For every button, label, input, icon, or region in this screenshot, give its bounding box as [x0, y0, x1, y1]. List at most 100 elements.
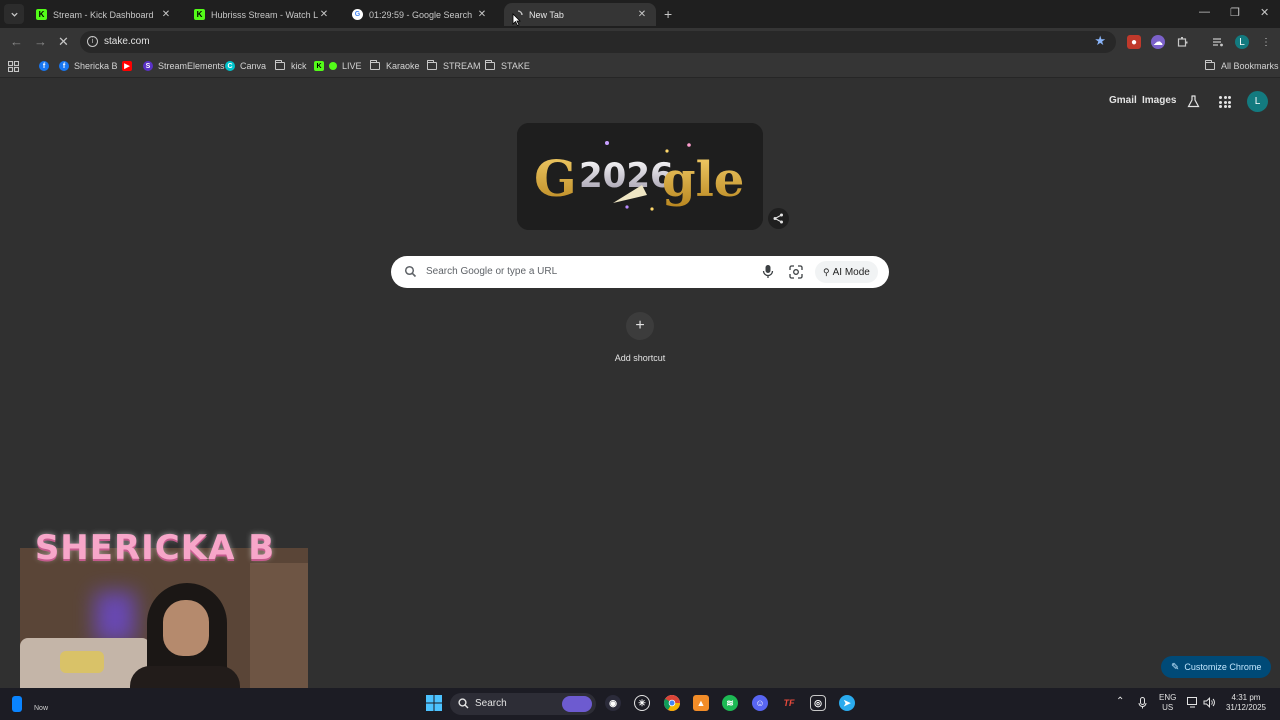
search-icon	[404, 265, 417, 278]
google-doodle[interactable]: G 2026 gle	[517, 123, 763, 230]
extensions-puzzle-icon[interactable]	[1176, 35, 1190, 49]
media-control-icon[interactable]	[1211, 35, 1225, 49]
discord-icon[interactable]: ☺	[752, 695, 768, 711]
close-icon[interactable]: ✕	[636, 9, 648, 20]
bookmark-streamelements[interactable]: S StreamElements	[143, 61, 225, 71]
webcam-door	[250, 563, 308, 708]
tray-chevron-up-icon[interactable]: ⌃	[1116, 697, 1124, 707]
extension-fox-icon[interactable]: ●	[1127, 35, 1141, 49]
apps-shortcut-icon[interactable]	[8, 61, 19, 72]
webcam-overlay	[20, 548, 308, 708]
app-icon-square[interactable]: ◎	[810, 695, 826, 711]
folder-icon	[1205, 60, 1215, 70]
tab-strip: K Stream - Kick Dashboard ✕ K Hubrisss S…	[0, 0, 1280, 28]
clock-date: 31/12/2025	[1225, 703, 1267, 712]
streamer-name-overlay: SHERICKA B	[34, 528, 276, 568]
language-bottom: US	[1162, 703, 1174, 712]
close-icon[interactable]: ✕	[160, 9, 172, 20]
microphone-tray-icon[interactable]	[1138, 697, 1147, 712]
kick-icon: K	[194, 9, 205, 20]
share-icon	[773, 213, 783, 224]
language-top: ENG	[1159, 693, 1177, 702]
forward-icon[interactable]: →	[34, 34, 47, 49]
restore-icon[interactable]: ❐	[1230, 6, 1240, 19]
svg-text:G: G	[534, 149, 577, 208]
google-lens-icon[interactable]	[789, 265, 803, 279]
clock[interactable]: 4:31 pm 31/12/2025	[1224, 693, 1268, 713]
telegram-icon[interactable]: ➤	[839, 695, 855, 711]
bookmark-kick-live[interactable]: K LIVE	[314, 61, 362, 71]
window-close-icon[interactable]: ✕	[1260, 6, 1269, 19]
windows-start-icon[interactable]	[426, 695, 442, 711]
bookmark-folder-stream[interactable]: STREAM	[427, 60, 481, 71]
chatgpt-icon[interactable]: ✳	[634, 695, 650, 711]
images-link[interactable]: Images	[1142, 95, 1176, 106]
bookmark-star-icon[interactable]: ★	[1094, 33, 1106, 49]
taskbar-search-label: Search	[475, 698, 507, 709]
account-avatar[interactable]: L	[1247, 91, 1268, 112]
site-info-icon[interactable]: i	[87, 36, 98, 47]
pencil-icon: ✎	[1171, 661, 1180, 673]
bookmark-label: STAKE	[501, 61, 530, 71]
volume-icon[interactable]	[1203, 697, 1216, 711]
extension-cloud-icon[interactable]: ☁	[1151, 35, 1165, 49]
tab-search-button[interactable]	[4, 4, 24, 24]
svg-text:gle: gle	[662, 152, 744, 208]
bookmark-youtube[interactable]: ▶	[122, 61, 137, 71]
ai-mode-button[interactable]: ⚲ AI Mode	[815, 261, 878, 283]
chrome-icon[interactable]	[664, 695, 680, 711]
tab-title: New Tab	[529, 9, 564, 20]
bookmark-folder-stake[interactable]: STAKE	[485, 60, 530, 71]
bookmark-facebook[interactable]: f	[39, 61, 54, 71]
mouse-cursor-icon	[512, 13, 521, 26]
minimize-icon[interactable]: —	[1199, 6, 1210, 18]
bookmark-label: Karaoke	[386, 61, 420, 71]
webcam-pillow	[60, 651, 104, 673]
customize-chrome-button[interactable]: ✎ Customize Chrome	[1161, 656, 1272, 678]
spotify-icon[interactable]: ≋	[722, 695, 738, 711]
search-input[interactable]: Search Google or type a URL	[426, 266, 557, 277]
all-bookmarks-label: All Bookmarks	[1221, 61, 1279, 71]
back-icon[interactable]: ←	[10, 34, 23, 49]
widgets-icon[interactable]	[12, 696, 22, 712]
profile-avatar[interactable]: L	[1235, 35, 1249, 49]
ai-mode-label: AI Mode	[832, 266, 870, 278]
network-icon[interactable]	[1187, 697, 1199, 711]
close-icon[interactable]: ✕	[318, 9, 330, 20]
more-menu-icon[interactable]: ⋮	[1259, 35, 1273, 49]
bookmark-folder-karaoke[interactable]: Karaoke	[370, 60, 420, 71]
app-icon-tf[interactable]: TF	[781, 695, 797, 711]
bookmark-folder-kick[interactable]: kick	[275, 60, 307, 71]
tab-title: 01:29:59 - Google Search	[369, 9, 473, 20]
google-apps-icon[interactable]	[1219, 96, 1231, 108]
search-box[interactable]: Search Google or type a URL ⚲ AI Mode	[391, 256, 889, 288]
folder-icon	[485, 60, 495, 70]
taskbar-search[interactable]: Search	[450, 693, 596, 715]
add-shortcut-label[interactable]: Add shortcut	[600, 353, 680, 363]
tab-kick-dashboard[interactable]: K Stream - Kick Dashboard ✕	[28, 3, 180, 26]
labs-flask-icon[interactable]	[1187, 95, 1200, 113]
tab-hubrisss-stream[interactable]: K Hubrisss Stream - Watch Live o ✕	[186, 3, 338, 26]
share-doodle-button[interactable]	[768, 208, 789, 229]
bookmark-label: Canva	[240, 61, 267, 71]
language-indicator[interactable]: ENG US	[1159, 693, 1176, 713]
folder-icon	[370, 60, 380, 70]
gmail-link[interactable]: Gmail	[1109, 95, 1137, 106]
new-tab-button[interactable]: +	[664, 6, 672, 22]
add-shortcut-button[interactable]: +	[626, 312, 654, 340]
tab-google-search[interactable]: G 01:29:59 - Google Search ✕	[344, 3, 496, 26]
youtube-icon: ▶	[122, 61, 132, 71]
ai-sparkle-search-icon: ⚲	[823, 266, 830, 277]
chevron-down-icon	[10, 12, 18, 17]
address-bar[interactable]: i stake.com ★	[80, 31, 1116, 53]
app-icon-orange[interactable]: ▲	[693, 695, 709, 711]
stop-loading-icon[interactable]: ✕	[58, 34, 69, 50]
all-bookmarks-button[interactable]: All Bookmarks	[1205, 60, 1279, 71]
bookmark-canva[interactable]: C Canva	[225, 61, 266, 71]
app-icon-1[interactable]: ◉	[605, 695, 621, 711]
close-icon[interactable]: ✕	[476, 9, 488, 20]
microphone-icon[interactable]	[762, 264, 774, 279]
bookmark-shericka-b[interactable]: f Shericka B	[59, 61, 118, 71]
tab-new-tab[interactable]: New Tab ✕	[504, 3, 656, 26]
widgets-now-label: Now	[34, 705, 49, 712]
